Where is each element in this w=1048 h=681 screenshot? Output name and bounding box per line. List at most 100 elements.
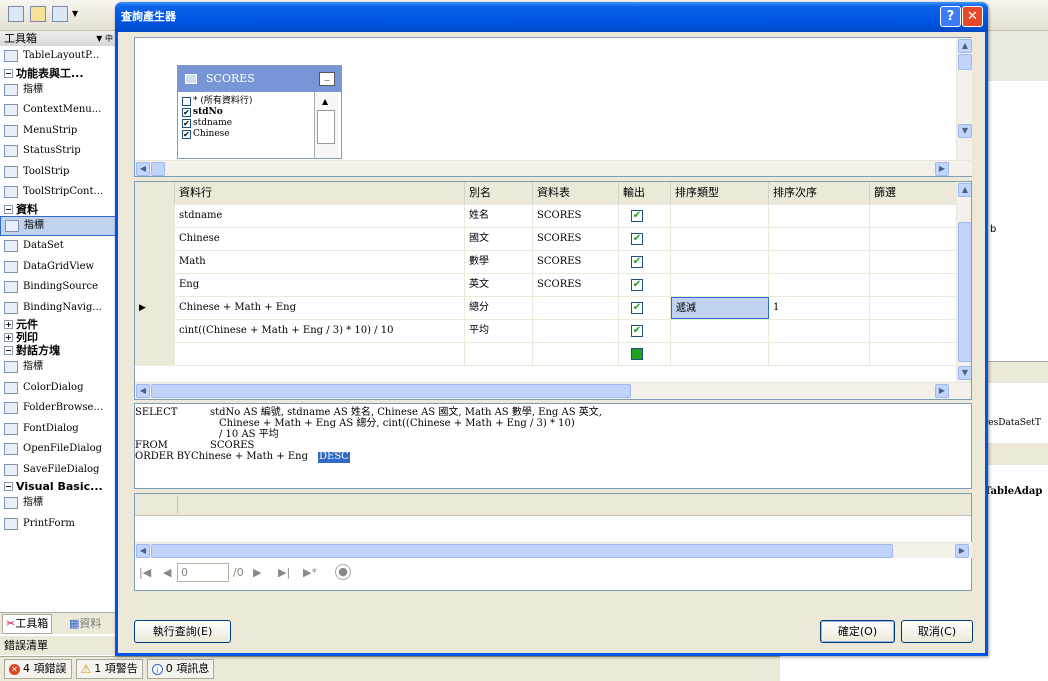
table-box-title[interactable]: SCORES _: [178, 66, 341, 92]
grid-cell-table[interactable]: SCORES: [533, 274, 619, 296]
expand-icon[interactable]: +: [4, 333, 13, 342]
toolbox-category[interactable]: + 列印: [0, 331, 117, 344]
collapse-icon[interactable]: −: [4, 204, 13, 214]
grid-row[interactable]: Eng 英文 SCORES ✔: [135, 274, 957, 297]
toolbox-item[interactable]: 指標: [0, 357, 117, 378]
scores-table-box[interactable]: SCORES _ * (所有資料行) ✔ stdNo ✔ stdname ✔ Chinese…: [177, 65, 342, 159]
pin-icon[interactable]: ▼ 中: [96, 31, 113, 46]
grid-cell-alias[interactable]: [465, 343, 533, 365]
grid-cell-column[interactable]: Math: [175, 251, 465, 273]
sql-pane[interactable]: SELECT stdNo AS 編號, stdname AS 姓名, Chine…: [134, 403, 972, 489]
collapse-icon[interactable]: −: [4, 482, 13, 491]
row-selector[interactable]: [135, 274, 175, 296]
toolbox-item[interactable]: BindingSource: [0, 277, 117, 298]
scroll-left-icon[interactable]: ◀: [136, 384, 150, 398]
grid-header-filter[interactable]: 篩選: [870, 182, 957, 204]
checkbox[interactable]: ✔: [631, 256, 643, 268]
last-record-icon[interactable]: ▶|: [278, 566, 290, 579]
tab-data[interactable]: ▦資料: [66, 616, 104, 634]
toolbox-item[interactable]: ColorDialog: [0, 378, 117, 399]
grid-cell-sort_type[interactable]: [671, 320, 769, 342]
toolbox-item[interactable]: 指標: [0, 80, 117, 101]
grid-header-table[interactable]: 資料表: [533, 182, 619, 204]
grid-cell-table[interactable]: SCORES: [533, 228, 619, 250]
grid-cell-output[interactable]: ✔: [619, 251, 671, 273]
checkbox[interactable]: ✔: [631, 302, 643, 314]
checkbox[interactable]: ✔: [631, 279, 643, 291]
toolbox-item[interactable]: 指標: [0, 215, 117, 236]
grid-row[interactable]: cint((Chinese + Math + Eng / 3) * 10) / …: [135, 320, 957, 343]
grid-row[interactable]: [135, 343, 957, 366]
toolbox-category[interactable]: − 對話方塊: [0, 344, 117, 357]
grid-cell-filter[interactable]: [870, 251, 957, 273]
grid-cell-sort_type[interactable]: [671, 343, 769, 365]
checkbox[interactable]: [182, 97, 191, 106]
grid-hscroll[interactable]: ◀ ▶: [135, 382, 971, 399]
toolbox-item[interactable]: MenuStrip: [0, 121, 117, 142]
grid-cell-sort_type[interactable]: 遞減: [671, 297, 769, 319]
grid-cell-filter[interactable]: [870, 320, 957, 342]
scroll-left-icon[interactable]: ◀: [136, 162, 150, 176]
grid-cell-column[interactable]: Eng: [175, 274, 465, 296]
errors-filter-button[interactable]: ✕ 4 項錯誤: [4, 659, 72, 679]
row-selector[interactable]: [135, 251, 175, 273]
toolbox-category[interactable]: − Visual Basic...: [0, 480, 117, 493]
scroll-down-icon[interactable]: ▼: [958, 124, 972, 138]
toolbox-item[interactable]: SaveFileDialog: [0, 460, 117, 481]
collapse-icon[interactable]: −: [4, 346, 13, 355]
grid-cell-column[interactable]: stdname: [175, 205, 465, 227]
grid-vscroll[interactable]: ▲ ▼: [956, 182, 971, 382]
new-record-icon[interactable]: ▶*: [303, 566, 317, 579]
checkbox[interactable]: [631, 348, 643, 360]
row-selector[interactable]: ▶: [135, 297, 175, 319]
tab-toolbox[interactable]: ✂工具箱: [2, 614, 53, 634]
checkbox[interactable]: ✔: [631, 210, 643, 222]
ok-button[interactable]: 確定(O): [820, 620, 895, 643]
toolbox-item[interactable]: 指標: [0, 493, 117, 514]
prev-record-icon[interactable]: ◀: [163, 566, 171, 579]
grid-row[interactable]: ▶ Chinese + Math + Eng 總分 ✔ 遞減 1: [135, 297, 957, 320]
messages-filter-button[interactable]: i0 項訊息: [146, 659, 215, 679]
toolbox-category[interactable]: − 資料: [0, 203, 117, 216]
grid-cell-alias[interactable]: 數學: [465, 251, 533, 273]
grid-cell-sort_order[interactable]: [769, 320, 870, 342]
diagram-vscroll[interactable]: ▲ ▼: [956, 38, 972, 160]
grid-header-output[interactable]: 輸出: [619, 182, 671, 204]
grid-cell-alias[interactable]: 姓名: [465, 205, 533, 227]
toolbox-category[interactable]: − 功能表與工...: [0, 67, 117, 80]
grid-cell-alias[interactable]: 總分: [465, 297, 533, 319]
toolbox-item[interactable]: ToolStrip: [0, 162, 117, 183]
collapse-icon[interactable]: _: [319, 71, 335, 86]
collapse-icon[interactable]: −: [4, 68, 13, 78]
toolbox-category[interactable]: + 元件: [0, 318, 117, 331]
scroll-thumb[interactable]: [151, 544, 893, 558]
grid-cell-sort_type[interactable]: [671, 205, 769, 227]
checkbox[interactable]: ✔: [182, 119, 191, 128]
scroll-right-icon[interactable]: ▶: [935, 162, 949, 176]
grid-cell-output[interactable]: ✔: [619, 320, 671, 342]
scroll-right-icon[interactable]: ▶: [935, 384, 949, 398]
scroll-right-icon[interactable]: ▶: [955, 544, 969, 558]
scroll-thumb[interactable]: [317, 110, 335, 144]
grid-cell-sort_order[interactable]: [769, 228, 870, 250]
grid-cell-output[interactable]: ✔: [619, 297, 671, 319]
stop-icon[interactable]: ●: [335, 564, 351, 580]
add-item-icon[interactable]: [8, 6, 24, 22]
grid-cell-alias[interactable]: 平均: [465, 320, 533, 342]
grid-cell-column[interactable]: [175, 343, 465, 365]
toolbox-item[interactable]: DataSet: [0, 236, 117, 257]
grid-cell-output[interactable]: ✔: [619, 205, 671, 227]
execute-query-button[interactable]: 執行查詢(E): [134, 620, 231, 643]
grid-header-sort_order[interactable]: 排序次序: [769, 182, 870, 204]
grid-row[interactable]: Math 數學 SCORES ✔: [135, 251, 957, 274]
warnings-filter-button[interactable]: ⚠ 1 項警告: [75, 659, 143, 679]
grid-header-column[interactable]: 資料行: [175, 182, 465, 204]
row-selector[interactable]: [135, 343, 175, 365]
first-record-icon[interactable]: |◀: [139, 566, 151, 579]
grid-cell-filter[interactable]: [870, 228, 957, 250]
dropdown-arrow-icon[interactable]: ▼: [72, 9, 78, 18]
grid-cell-table[interactable]: [533, 297, 619, 319]
grid-cell-column[interactable]: Chinese: [175, 228, 465, 250]
grid-cell-filter[interactable]: [870, 274, 957, 296]
grid-cell-sort_type[interactable]: [671, 274, 769, 296]
